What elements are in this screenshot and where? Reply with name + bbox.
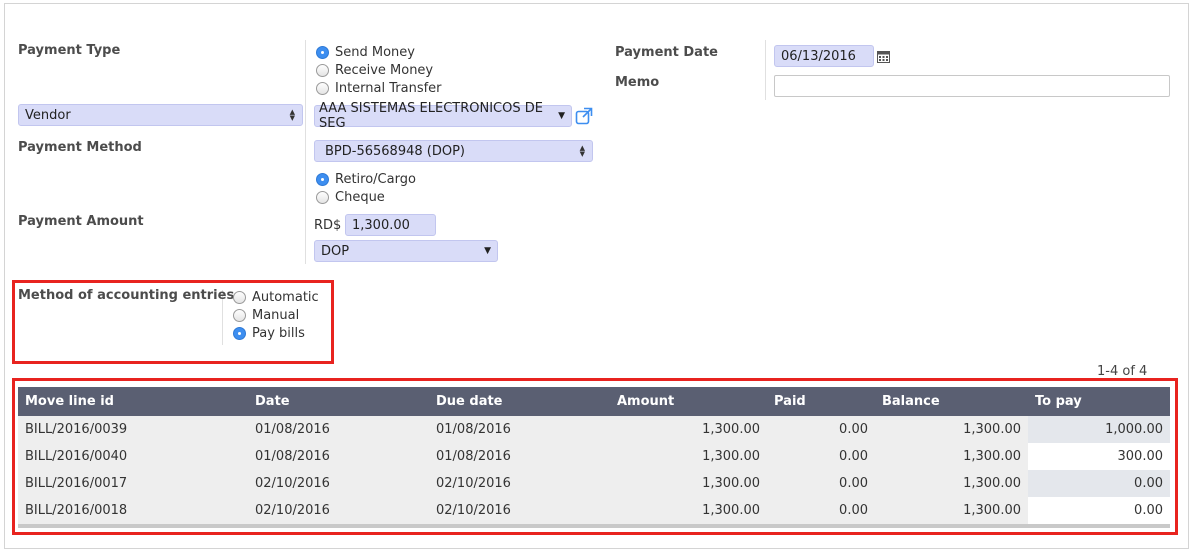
partner-value: AAA SISTEMAS ELECTRONICOS DE SEG bbox=[319, 101, 543, 131]
cell-paid: 0.00 bbox=[839, 503, 868, 518]
column-header-amount[interactable]: Amount bbox=[610, 387, 767, 416]
radio-automatic[interactable]: Automatic bbox=[233, 290, 319, 305]
payment-date-input[interactable]: 06/13/2016 bbox=[774, 45, 874, 67]
cell-amount: 1,300.00 bbox=[702, 449, 760, 464]
radio-button[interactable] bbox=[233, 327, 246, 340]
memo-input[interactable] bbox=[774, 75, 1170, 97]
payment-amount-label: Payment Amount bbox=[18, 214, 144, 229]
currency-value: DOP bbox=[321, 243, 350, 259]
cell-date: 01/08/2016 bbox=[255, 422, 330, 437]
column-header-to-pay[interactable]: To pay bbox=[1028, 387, 1170, 416]
table-header-row: Move line id Date Due date Amount Paid B… bbox=[18, 387, 1170, 416]
column-divider bbox=[765, 40, 766, 100]
cell-amount: 1,300.00 bbox=[702, 503, 760, 518]
table-row[interactable]: BILL/2016/0040 01/08/2016 01/08/2016 1,3… bbox=[18, 443, 1170, 470]
cell-date: 02/10/2016 bbox=[255, 476, 330, 491]
payment-method-label: Payment Method bbox=[18, 140, 142, 155]
bills-table-container: Move line id Date Due date Amount Paid B… bbox=[18, 387, 1170, 528]
cell-balance: 1,300.00 bbox=[963, 449, 1021, 464]
column-header-balance[interactable]: Balance bbox=[875, 387, 1028, 416]
cell-move-line-id: BILL/2016/0017 bbox=[25, 476, 128, 491]
select-updown-icon: ▲ ▼ bbox=[289, 108, 295, 122]
select-updown-icon: ▲ ▼ bbox=[579, 144, 585, 158]
radio-button[interactable] bbox=[316, 173, 329, 186]
radio-button[interactable] bbox=[233, 291, 246, 304]
radio-internal-transfer[interactable]: Internal Transfer bbox=[316, 81, 442, 96]
radio-button[interactable] bbox=[316, 64, 329, 77]
memo-label: Memo bbox=[615, 75, 660, 90]
journal-select[interactable]: BPD-56568948 (DOP) ▲ ▼ bbox=[314, 140, 593, 162]
cell-to-pay[interactable]: 0.00 bbox=[1028, 470, 1170, 497]
currency-symbol: RD$ bbox=[314, 218, 342, 233]
dropdown-caret-icon: ▼ bbox=[484, 246, 491, 256]
cell-date: 01/08/2016 bbox=[255, 449, 330, 464]
cell-paid: 0.00 bbox=[839, 449, 868, 464]
dropdown-caret-icon: ▼ bbox=[558, 111, 565, 121]
radio-label: Manual bbox=[252, 308, 300, 323]
table-row[interactable]: BILL/2016/0018 02/10/2016 02/10/2016 1,3… bbox=[18, 497, 1170, 524]
cell-to-pay[interactable]: 300.00 bbox=[1028, 443, 1170, 470]
cell-balance: 1,300.00 bbox=[963, 422, 1021, 437]
table-row[interactable]: BILL/2016/0039 01/08/2016 01/08/2016 1,3… bbox=[18, 416, 1170, 443]
amount-value: 1,300.00 bbox=[352, 217, 410, 233]
payment-date-value: 06/13/2016 bbox=[781, 48, 856, 64]
radio-cheque[interactable]: Cheque bbox=[316, 190, 385, 205]
radio-label: Cheque bbox=[335, 190, 385, 205]
column-header-date[interactable]: Date bbox=[248, 387, 429, 416]
payment-type-label: Payment Type bbox=[18, 43, 121, 58]
cell-to-pay[interactable]: 0.00 bbox=[1028, 497, 1170, 524]
cell-due-date: 01/08/2016 bbox=[436, 422, 511, 437]
cell-move-line-id: BILL/2016/0018 bbox=[25, 503, 128, 518]
partner-type-value: Vendor bbox=[25, 107, 71, 123]
radio-button[interactable] bbox=[316, 46, 329, 59]
pager: 1-4 of 4 bbox=[1097, 364, 1148, 379]
cell-paid: 0.00 bbox=[839, 476, 868, 491]
table-row[interactable]: BILL/2016/0017 02/10/2016 02/10/2016 1,3… bbox=[18, 470, 1170, 497]
partner-select[interactable]: AAA SISTEMAS ELECTRONICOS DE SEG ▼ bbox=[314, 101, 572, 131]
radio-button[interactable] bbox=[316, 82, 329, 95]
radio-manual[interactable]: Manual bbox=[233, 308, 299, 323]
cell-to-pay[interactable]: 1,000.00 bbox=[1028, 416, 1170, 443]
radio-button[interactable] bbox=[316, 191, 329, 204]
radio-retiro-cargo[interactable]: Retiro/Cargo bbox=[316, 172, 416, 187]
accounting-method-label: Method of accounting entries bbox=[18, 288, 235, 303]
column-header-due-date[interactable]: Due date bbox=[429, 387, 610, 416]
currency-select[interactable]: DOP ▼ bbox=[314, 240, 498, 262]
payment-date-label: Payment Date bbox=[615, 45, 718, 60]
cell-amount: 1,300.00 bbox=[702, 476, 760, 491]
radio-label: Retiro/Cargo bbox=[335, 172, 416, 187]
bills-table: Move line id Date Due date Amount Paid B… bbox=[18, 387, 1170, 524]
radio-label: Automatic bbox=[252, 290, 319, 305]
cell-move-line-id: BILL/2016/0040 bbox=[25, 449, 128, 464]
cell-amount: 1,300.00 bbox=[702, 422, 760, 437]
column-divider bbox=[305, 40, 306, 264]
cell-due-date: 02/10/2016 bbox=[436, 476, 511, 491]
radio-label: Internal Transfer bbox=[335, 81, 442, 96]
radio-receive-money[interactable]: Receive Money bbox=[316, 63, 433, 78]
partner-type-select[interactable]: Vendor ▲ ▼ bbox=[18, 104, 303, 126]
radio-label: Receive Money bbox=[335, 63, 434, 78]
cell-due-date: 02/10/2016 bbox=[436, 503, 511, 518]
calendar-icon[interactable] bbox=[877, 50, 890, 68]
column-header-move-line-id[interactable]: Move line id bbox=[18, 387, 248, 416]
cell-date: 02/10/2016 bbox=[255, 503, 330, 518]
cell-due-date: 01/08/2016 bbox=[436, 449, 511, 464]
cell-balance: 1,300.00 bbox=[963, 476, 1021, 491]
journal-value: BPD-56568948 (DOP) bbox=[325, 143, 465, 159]
radio-send-money[interactable]: Send Money bbox=[316, 45, 415, 60]
radio-pay-bills[interactable]: Pay bills bbox=[233, 326, 305, 341]
amount-input[interactable]: 1,300.00 bbox=[345, 214, 436, 236]
column-header-paid[interactable]: Paid bbox=[767, 387, 875, 416]
radio-button[interactable] bbox=[233, 309, 246, 322]
cell-move-line-id: BILL/2016/0039 bbox=[25, 422, 128, 437]
cell-paid: 0.00 bbox=[839, 422, 868, 437]
radio-label: Send Money bbox=[335, 45, 415, 60]
radio-label: Pay bills bbox=[252, 326, 305, 341]
external-link-icon[interactable] bbox=[575, 107, 593, 130]
table-footer-bar bbox=[18, 524, 1170, 528]
cell-balance: 1,300.00 bbox=[963, 503, 1021, 518]
